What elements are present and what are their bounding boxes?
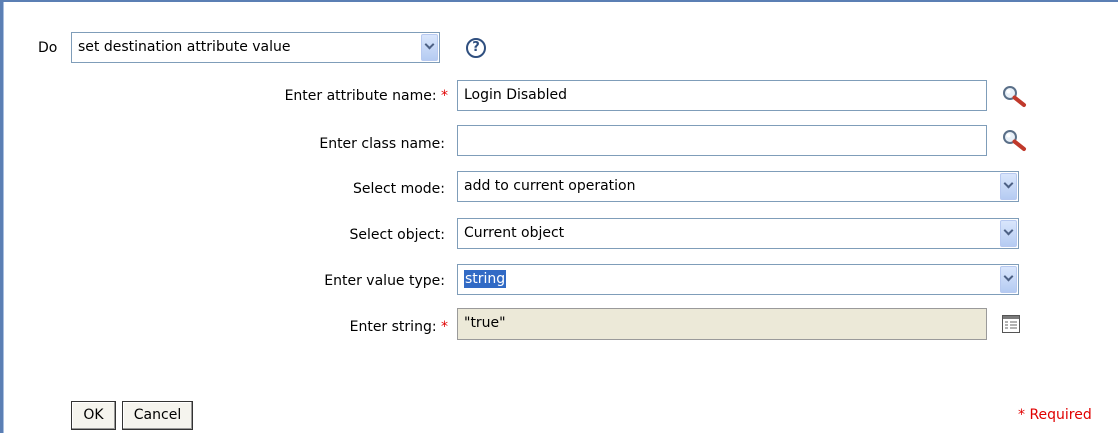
action-select[interactable]: set destination attribute value (71, 32, 440, 63)
action-select-value: set destination attribute value (78, 39, 291, 55)
window-frame-left-inner (3, 2, 4, 433)
value-type-label: Enter value type: (324, 273, 445, 289)
mode-label: Select mode: (352, 181, 445, 197)
ok-button[interactable]: OK (71, 401, 116, 430)
required-star: * (441, 88, 448, 104)
chevron-down-icon[interactable] (1000, 220, 1017, 247)
chevron-down-icon[interactable] (1000, 266, 1017, 293)
attribute-name-input[interactable]: Login Disabled (457, 80, 987, 111)
string-input[interactable]: "true" (457, 308, 987, 340)
magnifier-icon[interactable] (1002, 129, 1030, 153)
object-select[interactable]: Current object (457, 218, 1019, 249)
window-frame-top (0, 0, 1118, 2)
chevron-down-icon[interactable] (1000, 173, 1017, 200)
do-label: Do (38, 40, 58, 56)
help-icon[interactable]: ? (466, 38, 486, 58)
mode-select[interactable]: add to current operation (457, 171, 1019, 202)
mode-select-value: add to current operation (464, 178, 636, 194)
argument-builder-icon[interactable] (1002, 315, 1020, 333)
required-star: * (441, 319, 448, 335)
attribute-name-label: Enter attribute name: * (284, 88, 448, 104)
required-note: * Required (1018, 407, 1092, 423)
object-label: Select object: (349, 227, 446, 243)
magnifier-icon[interactable] (1002, 85, 1030, 109)
chevron-down-icon[interactable] (421, 34, 438, 61)
string-label: Enter string: * (349, 319, 448, 335)
value-type-select-value: string (464, 270, 507, 288)
cancel-button[interactable]: Cancel (122, 401, 193, 430)
class-name-label: Enter class name: (319, 136, 445, 152)
object-select-value: Current object (464, 225, 565, 241)
class-name-input[interactable] (457, 125, 987, 156)
value-type-select[interactable]: string (457, 264, 1019, 295)
